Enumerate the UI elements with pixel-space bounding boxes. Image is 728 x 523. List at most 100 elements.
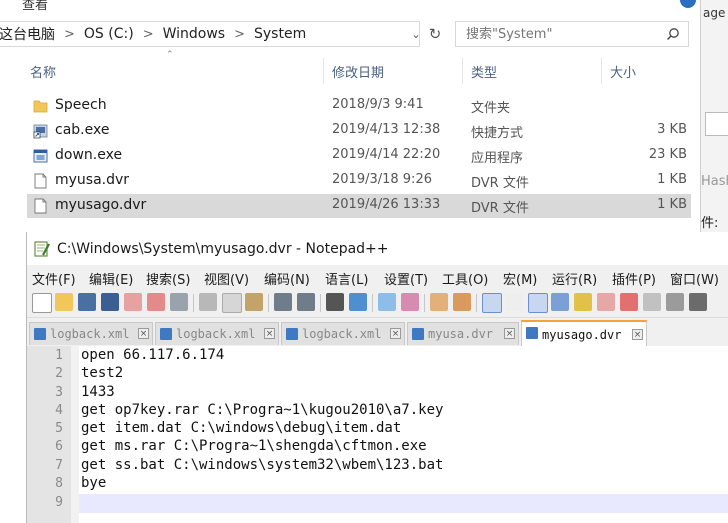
column-header-size[interactable]: 大小 — [610, 62, 636, 81]
file-size: 1 KB — [657, 197, 687, 212]
tab-label: logback.xml — [302, 327, 382, 341]
code-line[interactable]: get ss.bat C:\windows\system32\wbem\123.… — [81, 457, 443, 473]
breadcrumb-windows[interactable]: Windows — [163, 26, 226, 42]
save-all-icon[interactable] — [101, 293, 119, 311]
file-type: 文件夹 — [471, 101, 511, 116]
indent-guide-icon[interactable] — [528, 293, 548, 313]
close-tab-icon[interactable]: × — [504, 328, 515, 339]
column-divider[interactable] — [601, 58, 602, 84]
stop-recording-icon[interactable] — [689, 293, 707, 311]
tab-logback-xml-1[interactable]: logback.xml × — [29, 322, 153, 345]
show-all-characters-icon[interactable] — [505, 293, 523, 311]
menu-settings[interactable]: 设置(T) — [384, 269, 428, 288]
line-number: 5 — [55, 421, 63, 436]
line-number: 2 — [55, 366, 63, 381]
breadcrumb-os-c[interactable]: OS (C:) — [84, 26, 134, 42]
address-bar[interactable]: 这台电脑 > OS (C:) > Windows > System — [0, 21, 420, 47]
toolbar-separator — [424, 294, 425, 312]
zoom-out-icon[interactable] — [401, 293, 419, 311]
tab-label: myusago.dvr — [542, 328, 622, 342]
file-row-myusa-dvr[interactable]: myusa.dvr 2019/3/18 9:26 DVR 文件 1 KB — [27, 169, 691, 193]
word-wrap-icon[interactable] — [482, 293, 502, 313]
column-header-type[interactable]: 类型 — [471, 62, 497, 81]
file-row-speech[interactable]: Speech 2018/9/3 9:41 文件夹 — [27, 94, 691, 118]
undo-icon[interactable] — [274, 293, 292, 311]
redo-icon[interactable] — [297, 293, 315, 311]
fold-margin[interactable] — [71, 346, 79, 523]
code-line[interactable]: get op7key.rar C:\Progra~1\kugou2010\a7.… — [81, 402, 443, 418]
column-divider[interactable] — [323, 58, 324, 84]
open-file-icon[interactable] — [55, 293, 73, 311]
menu-encoding[interactable]: 编码(N) — [264, 269, 310, 288]
file-name: myusa.dvr — [55, 172, 130, 188]
close-all-icon[interactable] — [147, 293, 165, 311]
close-tab-icon[interactable]: × — [390, 328, 401, 339]
refresh-icon[interactable]: ↻ — [424, 21, 446, 47]
code-line[interactable]: test2 — [81, 365, 123, 381]
search-box[interactable] — [455, 21, 689, 47]
saved-file-icon — [286, 328, 298, 340]
close-file-icon[interactable] — [124, 293, 142, 311]
partial-dropdown[interactable] — [705, 112, 728, 136]
search-icon[interactable] — [666, 27, 680, 41]
breadcrumb-separator-icon[interactable]: > — [234, 27, 245, 42]
window-title: C:\Windows\System\myusago.dvr - Notepad+… — [57, 241, 389, 257]
breadcrumb-this-pc[interactable]: 这台电脑 — [0, 24, 55, 44]
menu-tools[interactable]: 工具(O) — [442, 269, 488, 288]
breadcrumb-separator-icon[interactable]: > — [143, 27, 154, 42]
file-row-cab-exe[interactable]: cab.exe 2019/4/13 12:38 快捷方式 3 KB — [27, 119, 691, 143]
code-line[interactable]: get item.dat C:\windows\debug\item.dat — [81, 420, 401, 436]
application-icon — [33, 149, 48, 163]
folder-icon — [33, 100, 48, 113]
monitoring-icon[interactable] — [643, 293, 661, 311]
sync-horizontal-icon[interactable] — [453, 293, 471, 311]
file-row-down-exe[interactable]: down.exe 2019/4/14 22:20 应用程序 23 KB — [27, 144, 691, 168]
replace-icon[interactable] — [349, 293, 367, 311]
breadcrumb-system[interactable]: System — [254, 26, 306, 42]
code-line[interactable]: get ms.rar C:\Progra~1\shengda\cftmon.ex… — [81, 438, 427, 454]
tab-label: logback.xml — [176, 327, 256, 341]
tab-myusago-dvr[interactable]: myusago.dvr × — [521, 320, 647, 346]
print-icon[interactable] — [170, 293, 188, 311]
menu-file[interactable]: 文件(F) — [32, 269, 76, 288]
close-tab-icon[interactable]: × — [264, 328, 275, 339]
code-line[interactable]: 1433 — [81, 384, 115, 400]
menu-run[interactable]: 运行(R) — [552, 269, 597, 288]
breadcrumb-separator-icon[interactable]: > — [64, 27, 75, 42]
tab-myusa-dvr[interactable]: myusa.dvr × — [407, 322, 519, 345]
code-line[interactable]: bye — [81, 475, 106, 491]
menu-language[interactable]: 语言(L) — [325, 269, 368, 288]
sync-vertical-icon[interactable] — [430, 293, 448, 311]
menu-window[interactable]: 窗口(W) — [670, 269, 719, 288]
column-header-name[interactable]: 名称 — [30, 62, 56, 81]
file-row-myusago-dvr[interactable]: myusago.dvr 2019/4/26 13:33 DVR 文件 1 KB — [27, 194, 691, 218]
tab-logback-xml-3[interactable]: logback.xml × — [281, 322, 405, 345]
text-editor[interactable]: 1 2 3 4 5 6 7 8 9 open 66.117.6.174 test… — [27, 346, 728, 523]
paste-icon[interactable] — [245, 293, 263, 311]
menu-plugins[interactable]: 插件(P) — [612, 269, 656, 288]
copy-icon[interactable] — [222, 293, 242, 313]
new-file-icon[interactable] — [32, 293, 52, 313]
menu-edit[interactable]: 编辑(E) — [89, 269, 133, 288]
menu-search[interactable]: 搜索(S) — [146, 269, 190, 288]
function-list-icon[interactable] — [597, 293, 615, 311]
save-icon[interactable] — [78, 293, 96, 311]
tab-logback-xml-2[interactable]: logback.xml × — [155, 322, 279, 345]
find-icon[interactable] — [326, 293, 344, 311]
menu-view[interactable]: 视图(V) — [204, 269, 249, 288]
folder-as-workspace-icon[interactable] — [620, 293, 638, 311]
close-tab-icon[interactable]: × — [138, 328, 149, 339]
column-header-date[interactable]: 修改日期 — [332, 62, 384, 81]
column-divider[interactable] — [462, 58, 463, 84]
record-macro-icon[interactable] — [666, 293, 684, 311]
language-udf-icon[interactable] — [551, 293, 569, 311]
document-map-icon[interactable] — [574, 293, 592, 311]
zoom-in-icon[interactable] — [378, 293, 396, 311]
code-line[interactable]: open 66.117.6.174 — [81, 347, 224, 363]
address-history-chevron-down-icon[interactable]: ⌄ — [408, 27, 424, 43]
menu-macro[interactable]: 宏(M) — [503, 269, 537, 288]
cut-icon[interactable] — [199, 293, 217, 311]
ribbon-view-tab[interactable]: 查看 — [22, 0, 48, 13]
search-input[interactable] — [464, 25, 658, 43]
close-tab-icon[interactable]: × — [632, 329, 643, 340]
